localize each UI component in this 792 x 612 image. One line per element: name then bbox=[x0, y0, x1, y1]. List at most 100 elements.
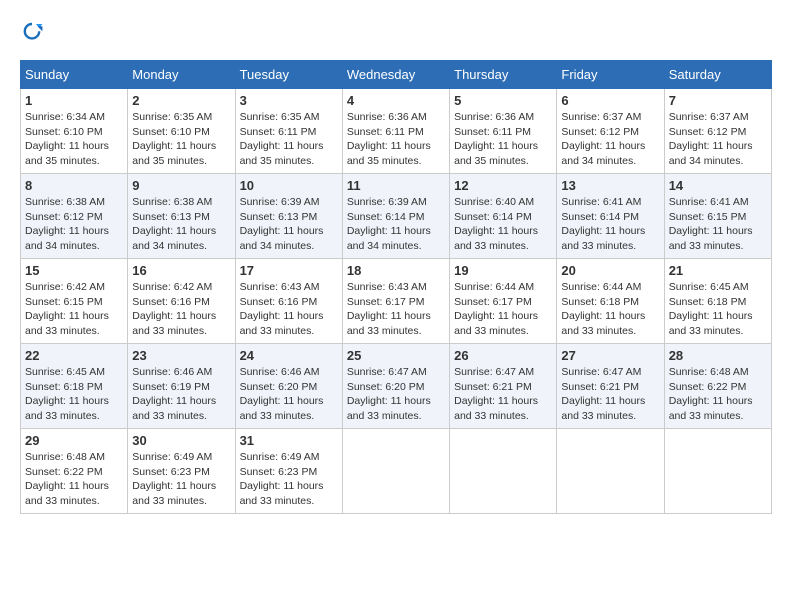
calendar-cell: 10 Sunrise: 6:39 AMSunset: 6:13 PMDayligh… bbox=[235, 174, 342, 259]
calendar-cell: 17 Sunrise: 6:43 AMSunset: 6:16 PMDayligh… bbox=[235, 259, 342, 344]
day-info: Sunrise: 6:47 AMSunset: 6:21 PMDaylight:… bbox=[561, 365, 659, 424]
calendar-cell: 14 Sunrise: 6:41 AMSunset: 6:15 PMDayligh… bbox=[664, 174, 771, 259]
day-number: 25 bbox=[347, 348, 445, 363]
day-info: Sunrise: 6:46 AMSunset: 6:19 PMDaylight:… bbox=[132, 365, 230, 424]
day-info: Sunrise: 6:37 AMSunset: 6:12 PMDaylight:… bbox=[561, 110, 659, 169]
page-header bbox=[20, 20, 772, 44]
day-number: 3 bbox=[240, 93, 338, 108]
day-number: 15 bbox=[25, 263, 123, 278]
calendar-week-2: 8 Sunrise: 6:38 AMSunset: 6:12 PMDaylight… bbox=[21, 174, 772, 259]
calendar-table: SundayMondayTuesdayWednesdayThursdayFrid… bbox=[20, 60, 772, 514]
calendar-cell: 2 Sunrise: 6:35 AMSunset: 6:10 PMDaylight… bbox=[128, 89, 235, 174]
day-number: 9 bbox=[132, 178, 230, 193]
day-info: Sunrise: 6:36 AMSunset: 6:11 PMDaylight:… bbox=[347, 110, 445, 169]
day-number: 22 bbox=[25, 348, 123, 363]
day-info: Sunrise: 6:41 AMSunset: 6:15 PMDaylight:… bbox=[669, 195, 767, 254]
day-number: 20 bbox=[561, 263, 659, 278]
calendar-cell: 27Sunrise: 6:47 AMSunset: 6:21 PMDayligh… bbox=[557, 344, 664, 429]
day-info: Sunrise: 6:43 AMSunset: 6:16 PMDaylight:… bbox=[240, 280, 338, 339]
calendar-cell: 12 Sunrise: 6:40 AMSunset: 6:14 PMDayligh… bbox=[450, 174, 557, 259]
day-number: 21 bbox=[669, 263, 767, 278]
day-number: 26 bbox=[454, 348, 552, 363]
calendar-week-1: 1 Sunrise: 6:34 AMSunset: 6:10 PMDaylight… bbox=[21, 89, 772, 174]
calendar-cell: 23 Sunrise: 6:46 AMSunset: 6:19 PMDayligh… bbox=[128, 344, 235, 429]
calendar-header-tuesday: Tuesday bbox=[235, 61, 342, 89]
calendar-cell: 29Sunrise: 6:48 AMSunset: 6:22 PMDayligh… bbox=[21, 429, 128, 514]
logo bbox=[20, 20, 48, 44]
day-info: Sunrise: 6:45 AMSunset: 6:18 PMDaylight:… bbox=[669, 280, 767, 339]
day-number: 14 bbox=[669, 178, 767, 193]
day-info: Sunrise: 6:49 AMSunset: 6:23 PMDaylight:… bbox=[132, 450, 230, 509]
day-info: Sunrise: 6:45 AMSunset: 6:18 PMDaylight:… bbox=[25, 365, 123, 424]
calendar-cell: 26 Sunrise: 6:47 AMSunset: 6:21 PMDayligh… bbox=[450, 344, 557, 429]
calendar-cell: 31Sunrise: 6:49 AMSunset: 6:23 PMDayligh… bbox=[235, 429, 342, 514]
day-number: 17 bbox=[240, 263, 338, 278]
day-info: Sunrise: 6:38 AMSunset: 6:12 PMDaylight:… bbox=[25, 195, 123, 254]
day-number: 1 bbox=[25, 93, 123, 108]
day-info: Sunrise: 6:41 AMSunset: 6:14 PMDaylight:… bbox=[561, 195, 659, 254]
day-number: 5 bbox=[454, 93, 552, 108]
day-number: 2 bbox=[132, 93, 230, 108]
calendar-week-4: 22 Sunrise: 6:45 AMSunset: 6:18 PMDayligh… bbox=[21, 344, 772, 429]
calendar-header-monday: Monday bbox=[128, 61, 235, 89]
calendar-header-saturday: Saturday bbox=[664, 61, 771, 89]
calendar-cell: 20 Sunrise: 6:44 AMSunset: 6:18 PMDayligh… bbox=[557, 259, 664, 344]
day-info: Sunrise: 6:35 AMSunset: 6:10 PMDaylight:… bbox=[132, 110, 230, 169]
calendar-cell: 9 Sunrise: 6:38 AMSunset: 6:13 PMDaylight… bbox=[128, 174, 235, 259]
calendar-cell bbox=[664, 429, 771, 514]
calendar-cell: 19 Sunrise: 6:44 AMSunset: 6:17 PMDayligh… bbox=[450, 259, 557, 344]
day-info: Sunrise: 6:34 AMSunset: 6:10 PMDaylight:… bbox=[25, 110, 123, 169]
day-info: Sunrise: 6:46 AMSunset: 6:20 PMDaylight:… bbox=[240, 365, 338, 424]
calendar-cell: 24Sunrise: 6:46 AMSunset: 6:20 PMDayligh… bbox=[235, 344, 342, 429]
day-info: Sunrise: 6:36 AMSunset: 6:11 PMDaylight:… bbox=[454, 110, 552, 169]
calendar-cell: 18Sunrise: 6:43 AMSunset: 6:17 PMDayligh… bbox=[342, 259, 449, 344]
calendar-cell: 3 Sunrise: 6:35 AMSunset: 6:11 PMDaylight… bbox=[235, 89, 342, 174]
day-number: 11 bbox=[347, 178, 445, 193]
calendar-cell: 21 Sunrise: 6:45 AMSunset: 6:18 PMDayligh… bbox=[664, 259, 771, 344]
day-info: Sunrise: 6:42 AMSunset: 6:15 PMDaylight:… bbox=[25, 280, 123, 339]
day-number: 31 bbox=[240, 433, 338, 448]
day-info: Sunrise: 6:39 AMSunset: 6:13 PMDaylight:… bbox=[240, 195, 338, 254]
day-info: Sunrise: 6:35 AMSunset: 6:11 PMDaylight:… bbox=[240, 110, 338, 169]
calendar-cell: 6 Sunrise: 6:37 AMSunset: 6:12 PMDaylight… bbox=[557, 89, 664, 174]
day-number: 10 bbox=[240, 178, 338, 193]
day-number: 4 bbox=[347, 93, 445, 108]
calendar-cell: 13 Sunrise: 6:41 AMSunset: 6:14 PMDayligh… bbox=[557, 174, 664, 259]
day-number: 30 bbox=[132, 433, 230, 448]
day-number: 6 bbox=[561, 93, 659, 108]
day-number: 12 bbox=[454, 178, 552, 193]
calendar-header-wednesday: Wednesday bbox=[342, 61, 449, 89]
calendar-cell: 16Sunrise: 6:42 AMSunset: 6:16 PMDayligh… bbox=[128, 259, 235, 344]
calendar-cell: 11 Sunrise: 6:39 AMSunset: 6:14 PMDayligh… bbox=[342, 174, 449, 259]
calendar-cell: 1 Sunrise: 6:34 AMSunset: 6:10 PMDaylight… bbox=[21, 89, 128, 174]
day-info: Sunrise: 6:47 AMSunset: 6:21 PMDaylight:… bbox=[454, 365, 552, 424]
day-number: 19 bbox=[454, 263, 552, 278]
calendar-header-sunday: Sunday bbox=[21, 61, 128, 89]
calendar-cell: 25 Sunrise: 6:47 AMSunset: 6:20 PMDayligh… bbox=[342, 344, 449, 429]
logo-icon bbox=[20, 20, 44, 44]
day-info: Sunrise: 6:44 AMSunset: 6:18 PMDaylight:… bbox=[561, 280, 659, 339]
day-number: 7 bbox=[669, 93, 767, 108]
day-info: Sunrise: 6:48 AMSunset: 6:22 PMDaylight:… bbox=[669, 365, 767, 424]
calendar-cell: 5 Sunrise: 6:36 AMSunset: 6:11 PMDaylight… bbox=[450, 89, 557, 174]
day-info: Sunrise: 6:42 AMSunset: 6:16 PMDaylight:… bbox=[132, 280, 230, 339]
day-number: 8 bbox=[25, 178, 123, 193]
day-number: 28 bbox=[669, 348, 767, 363]
day-info: Sunrise: 6:40 AMSunset: 6:14 PMDaylight:… bbox=[454, 195, 552, 254]
day-number: 23 bbox=[132, 348, 230, 363]
calendar-week-3: 15 Sunrise: 6:42 AMSunset: 6:15 PMDayligh… bbox=[21, 259, 772, 344]
day-number: 13 bbox=[561, 178, 659, 193]
day-info: Sunrise: 6:44 AMSunset: 6:17 PMDaylight:… bbox=[454, 280, 552, 339]
day-info: Sunrise: 6:38 AMSunset: 6:13 PMDaylight:… bbox=[132, 195, 230, 254]
calendar-cell bbox=[342, 429, 449, 514]
calendar-header-friday: Friday bbox=[557, 61, 664, 89]
day-number: 29 bbox=[25, 433, 123, 448]
day-info: Sunrise: 6:37 AMSunset: 6:12 PMDaylight:… bbox=[669, 110, 767, 169]
calendar-week-5: 29Sunrise: 6:48 AMSunset: 6:22 PMDayligh… bbox=[21, 429, 772, 514]
day-info: Sunrise: 6:47 AMSunset: 6:20 PMDaylight:… bbox=[347, 365, 445, 424]
calendar-cell: 8 Sunrise: 6:38 AMSunset: 6:12 PMDaylight… bbox=[21, 174, 128, 259]
day-info: Sunrise: 6:43 AMSunset: 6:17 PMDaylight:… bbox=[347, 280, 445, 339]
day-info: Sunrise: 6:39 AMSunset: 6:14 PMDaylight:… bbox=[347, 195, 445, 254]
calendar-header-thursday: Thursday bbox=[450, 61, 557, 89]
calendar-cell: 30 Sunrise: 6:49 AMSunset: 6:23 PMDayligh… bbox=[128, 429, 235, 514]
